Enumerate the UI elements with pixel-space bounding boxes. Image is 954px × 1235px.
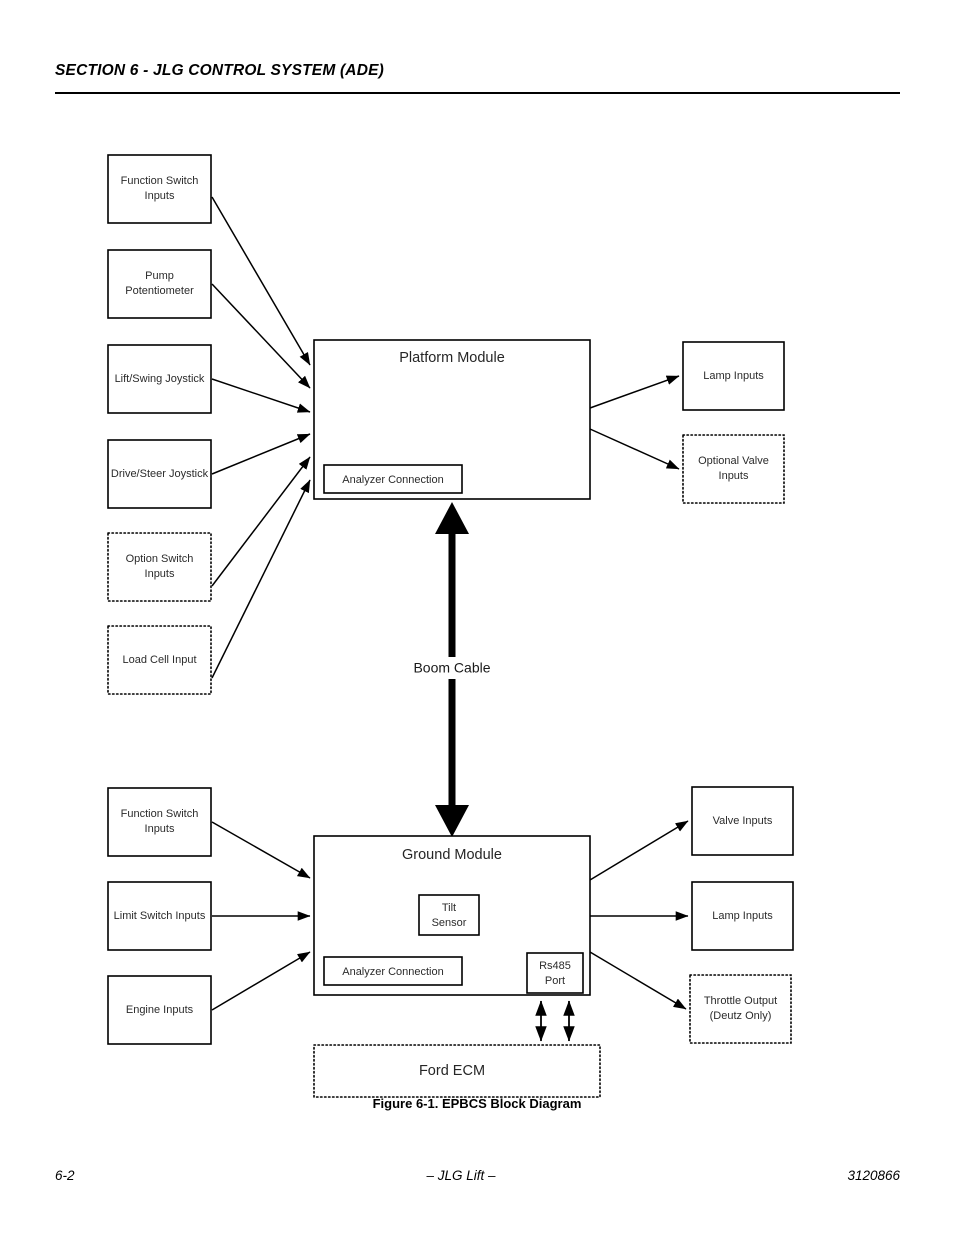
node-label-line1: Lift/Swing Joystick	[115, 373, 205, 385]
node-label-line1: Load Cell Input	[123, 654, 197, 666]
platform-module-title: Platform Module	[399, 350, 505, 366]
connector-drive-steer-joystick-to-platform	[211, 433, 311, 475]
connector-ground-to-valve-inputs	[589, 820, 689, 881]
node-rs485-port: Rs485 Port	[526, 952, 584, 994]
node-label-line1: Throttle Output	[704, 995, 777, 1007]
node-label-line1: Function Switch	[121, 175, 199, 187]
footer-center-text: – JLG Lift –	[426, 1168, 496, 1183]
page-footer: 6-2 – JLG Lift – 3120866	[55, 1168, 900, 1183]
node-label-line1: Drive/Steer Joystick	[111, 468, 209, 480]
node-tilt-sensor: Tilt Sensor	[418, 894, 480, 936]
figure-caption: Figure 6-1. EPBCS Block Diagram	[372, 1096, 582, 1111]
platform-analyzer-connection-label: Analyzer Connection	[342, 474, 444, 486]
boom-cable-label: Boom Cable	[413, 660, 490, 676]
boom-cable-arrow-down	[435, 805, 469, 837]
node-platform-module: Platform Module Analyzer Connection	[313, 339, 591, 500]
connector-platform-to-lamp-inputs	[589, 375, 680, 409]
footer-document-number: 3120866	[847, 1168, 900, 1183]
connector-pump-potentiometer-to-platform	[211, 283, 311, 389]
node-label-line2: Inputs	[145, 190, 175, 202]
node-label-line1: Function Switch	[121, 808, 199, 820]
node-load-cell-input: Load Cell Input	[107, 625, 212, 695]
ground-output-connectors	[589, 820, 689, 1010]
epbcs-block-diagram: Function Switch Inputs Pump Potentiomete…	[0, 120, 954, 1100]
ground-analyzer-connection-label: Analyzer Connection	[342, 966, 444, 978]
node-engine-inputs: Engine Inputs	[107, 975, 212, 1045]
header-divider	[55, 92, 900, 94]
platform-output-connectors	[589, 375, 680, 470]
node-label-line2: Inputs	[719, 470, 749, 482]
node-label-line1: Valve Inputs	[713, 815, 773, 827]
node-label-line2: Inputs	[145, 568, 175, 580]
connector-option-switch-to-platform	[211, 456, 311, 587]
tilt-sensor-label-line2: Sensor	[432, 917, 467, 929]
connector-platform-to-optional-valve	[589, 428, 680, 470]
ford-ecm-title: Ford ECM	[419, 1063, 485, 1079]
connector-ground-to-throttle-output	[589, 951, 687, 1010]
boom-cable-arrow-up	[435, 502, 469, 534]
tilt-sensor-label-line1: Tilt	[442, 902, 456, 914]
connector-function-switch-to-platform	[211, 196, 311, 366]
node-platform-analyzer-connection: Analyzer Connection	[323, 464, 463, 494]
node-lamp-inputs-ground: Lamp Inputs	[691, 881, 794, 951]
node-optional-valve-inputs: Optional Valve Inputs	[682, 434, 785, 504]
node-option-switch-inputs: Option Switch Inputs	[107, 532, 212, 602]
node-lamp-inputs-platform: Lamp Inputs	[682, 341, 785, 411]
connector-function-switch-to-ground	[211, 821, 311, 879]
boom-cable-connector: Boom Cable	[398, 502, 506, 837]
node-lift-swing-joystick: Lift/Swing Joystick	[107, 344, 212, 414]
node-label-line1: Optional Valve	[698, 455, 769, 467]
rs485-port-label-line1: Rs485	[539, 960, 571, 972]
node-function-switch-inputs-top: Function Switch Inputs	[107, 154, 212, 224]
node-throttle-output: Throttle Output (Deutz Only)	[689, 974, 792, 1044]
connector-engine-inputs-to-ground	[211, 951, 311, 1011]
node-label-line2: (Deutz Only)	[710, 1010, 772, 1022]
node-pump-potentiometer: Pump Potentiometer	[107, 249, 212, 319]
node-label-line1: Lamp Inputs	[703, 370, 764, 382]
node-ground-analyzer-connection: Analyzer Connection	[323, 956, 463, 986]
node-label-line1: Lamp Inputs	[712, 910, 773, 922]
node-limit-switch-inputs: Limit Switch Inputs	[107, 881, 212, 951]
connector-lift-swing-joystick-to-platform	[211, 378, 311, 413]
rs485-to-ford-ecm-connectors	[535, 1000, 575, 1042]
document-page: SECTION 6 - JLG CONTROL SYSTEM (ADE) Fun…	[0, 0, 954, 1235]
node-label-line1: Engine Inputs	[126, 1004, 194, 1016]
ground-input-connectors	[211, 821, 311, 1011]
node-drive-steer-joystick: Drive/Steer Joystick	[107, 439, 212, 509]
node-label-line1: Limit Switch Inputs	[114, 910, 206, 922]
node-label-line1: Pump	[145, 270, 174, 282]
node-ford-ecm: Ford ECM	[313, 1044, 601, 1098]
connector-load-cell-to-platform	[211, 479, 311, 679]
node-valve-inputs: Valve Inputs	[691, 786, 794, 856]
node-ground-module: Ground Module Tilt Sensor Analyzer Conne…	[313, 835, 591, 996]
rs485-port-label-line2: Port	[545, 975, 565, 987]
ground-module-title: Ground Module	[402, 847, 502, 863]
section-title: SECTION 6 - JLG CONTROL SYSTEM (ADE)	[55, 62, 384, 79]
page-header: SECTION 6 - JLG CONTROL SYSTEM (ADE)	[55, 62, 900, 80]
node-label-line2: Inputs	[145, 823, 175, 835]
footer-page-number: 6-2	[55, 1168, 75, 1183]
node-function-switch-inputs-bottom: Function Switch Inputs	[107, 787, 212, 857]
node-label-line1: Option Switch	[126, 553, 194, 565]
platform-input-connectors	[211, 196, 311, 679]
node-label-line2: Potentiometer	[125, 285, 194, 297]
